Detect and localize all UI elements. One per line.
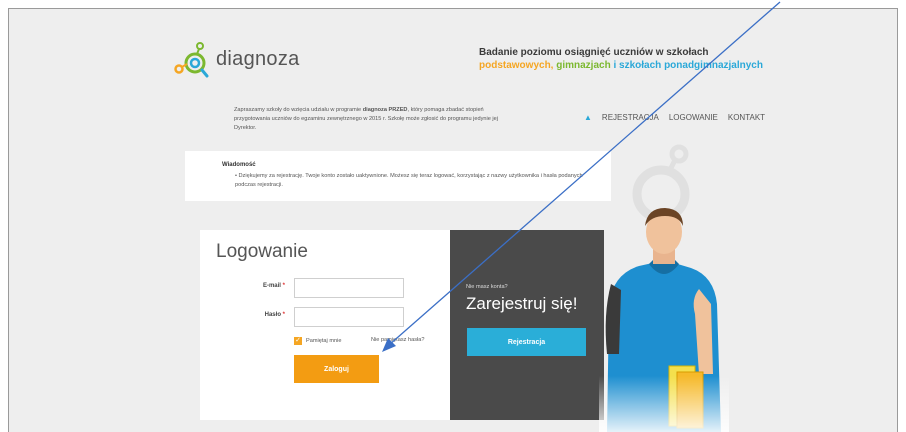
login-button[interactable]: Zaloguj [294, 355, 379, 383]
register-panel: Nie masz konta? Zarejestruj się! Rejestr… [450, 230, 604, 420]
tagline-secondary: szkołach ponadgimnazjalnych [619, 60, 763, 71]
nav-item-kontakt[interactable]: KONTAKT [728, 113, 765, 122]
remember-me-checkbox[interactable]: ✓ Pamiętaj mnie [294, 337, 341, 345]
intro-before: Zapraszamy szkoły do wzięcia udziału w p… [234, 107, 362, 113]
email-required-mark: * [282, 283, 285, 289]
student-photo [599, 204, 729, 432]
register-headline: Zarejestruj się! [466, 294, 578, 313]
password-field[interactable] [294, 307, 404, 327]
password-label: Hasło * [225, 312, 285, 318]
brand-name: diagnoza [216, 48, 300, 70]
nav-item-logowanie[interactable]: LOGOWANIE [669, 113, 718, 122]
intro-text: Zapraszamy szkoły do wzięcia udziału w p… [234, 106, 504, 133]
password-label-text: Hasło [264, 312, 281, 318]
tagline-middle: gimnazjach [556, 60, 611, 71]
tagline-connector: i [613, 60, 617, 71]
login-panel: Logowanie E-mail * Hasło * ✓ Pamiętaj mn… [200, 230, 450, 420]
molecule-logo-icon [174, 42, 209, 78]
email-label-text: E-mail [262, 283, 281, 289]
intro-program: diagnoza PRZED [362, 107, 408, 113]
nav-item-rejestracja[interactable]: REJESTRACJA [602, 113, 659, 122]
browser-viewport: diagnoza Badanie poziomu osiągnięć uczni… [8, 8, 898, 432]
remember-me-label: Pamiętaj mnie [306, 338, 342, 344]
email-field[interactable] [294, 278, 404, 298]
tagline-line1: Badanie poziomu osiągnięć uczniów w szko… [479, 47, 709, 58]
message-title: Wiadomość [222, 162, 256, 168]
email-label: E-mail * [225, 283, 285, 289]
forgot-password-link[interactable]: Nie pamiętasz hasła? [371, 337, 424, 343]
tagline-primary: podstawowych, [479, 60, 554, 71]
checkbox-checked-icon[interactable]: ✓ [294, 337, 302, 345]
message-text: • Dziękujemy za rejestrację. Twoje konto… [235, 173, 583, 188]
login-heading: Logowanie [216, 241, 308, 262]
site-tagline: Badanie poziomu osiągnięć uczniów w szko… [479, 46, 779, 72]
register-question: Nie masz konta? [466, 284, 508, 290]
register-button[interactable]: Rejestracja [467, 328, 586, 356]
message-box: Wiadomość • Dziękujemy za rejestrację. T… [185, 151, 611, 201]
password-required-mark: * [282, 312, 285, 318]
tagline-line2: podstawowych, gimnazjach i szkołach pona… [479, 59, 779, 72]
brand-logo[interactable]: diagnoza [174, 42, 314, 80]
message-body: Dziękujemy za rejestrację. Twoje konto z… [235, 173, 583, 188]
main-nav: ▲ REJESTRACJA LOGOWANIE KONTAKT [584, 113, 765, 122]
home-icon[interactable]: ▲ [584, 113, 592, 122]
